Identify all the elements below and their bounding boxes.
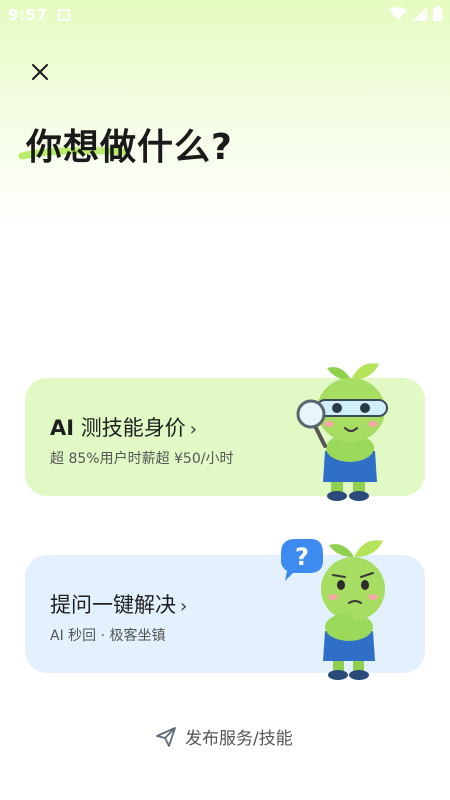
notification-app-icon xyxy=(58,9,70,21)
card-title-text: 测技能身价 xyxy=(80,416,186,440)
close-icon xyxy=(32,64,48,80)
question-mark-icon: ? xyxy=(295,543,309,571)
publish-service-button[interactable]: 发布服务/技能 xyxy=(155,724,293,749)
mascot-magnifier-illustration xyxy=(296,363,388,501)
card-title: AI 测技能身价 › xyxy=(50,412,197,442)
publish-label: 发布服务/技能 xyxy=(185,729,293,749)
status-bar: 9:57 xyxy=(0,0,450,30)
card-subtitle: AI 秒回 · 极客坐镇 xyxy=(50,628,166,644)
battery-icon xyxy=(433,6,442,21)
card-title-bold: AI xyxy=(50,416,75,440)
card-title: 提问一键解决 › xyxy=(50,589,187,619)
chevron-right-icon: › xyxy=(189,419,197,440)
wifi-icon xyxy=(389,6,407,20)
status-icons xyxy=(389,6,442,21)
status-time: 9:57 xyxy=(8,6,48,24)
card-title-text: 提问一键解决 xyxy=(50,593,176,617)
signal-icon xyxy=(413,6,427,21)
chevron-right-icon: › xyxy=(180,596,188,617)
card-subtitle: 超 85%用户时薪超 ¥50/小时 xyxy=(50,451,234,467)
send-paper-plane-icon xyxy=(156,726,176,747)
mascot-thinking-illustration: ? xyxy=(281,539,385,680)
close-button[interactable] xyxy=(28,60,52,84)
page-title: 你想做什么? xyxy=(26,127,233,168)
